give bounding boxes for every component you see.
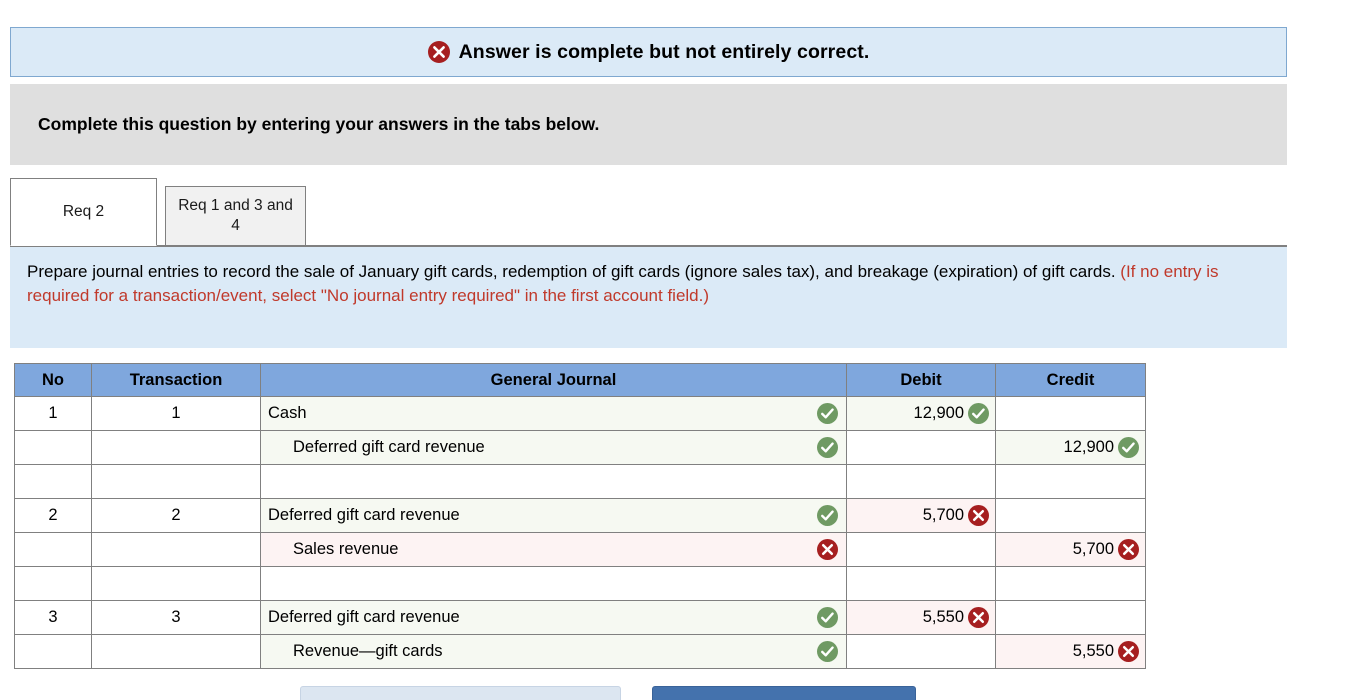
table-row <box>14 464 1146 499</box>
cell-account[interactable]: Deferred gift card revenue <box>260 430 847 465</box>
cell-transaction: 1 <box>91 396 261 431</box>
cell-no <box>14 566 92 601</box>
cell-no <box>14 464 92 499</box>
requirement-text: Prepare journal entries to record the sa… <box>27 260 1269 308</box>
table-row: 3 3 Deferred gift card revenue 5,550 <box>14 600 1146 635</box>
x-circle-icon <box>1118 641 1139 662</box>
column-header-general-journal: General Journal <box>260 363 847 397</box>
question-page: Answer is complete but not entirely corr… <box>0 0 1352 700</box>
tab-strip: Req 2 Req 1 and 3 and 4 <box>10 178 1287 246</box>
cell-no <box>14 634 92 669</box>
credit-amount: 12,900 <box>1063 438 1114 456</box>
check-circle-icon <box>817 607 838 628</box>
check-circle-icon <box>817 641 838 662</box>
table-header-row: No Transaction General Journal Debit Cre… <box>14 363 1146 397</box>
cell-no <box>14 532 92 567</box>
instruction-text: Complete this question by entering your … <box>38 114 600 134</box>
cell-credit[interactable] <box>995 464 1146 499</box>
x-circle-icon <box>427 41 450 63</box>
cell-credit[interactable] <box>995 566 1146 601</box>
previous-button[interactable] <box>300 686 621 700</box>
cell-debit[interactable] <box>846 532 996 567</box>
table-row: 1 1 Cash 12,900 <box>14 396 1146 431</box>
x-circle-icon <box>968 607 989 628</box>
account-name: Deferred gift card revenue <box>268 506 460 524</box>
cell-transaction: 3 <box>91 600 261 635</box>
check-circle-icon <box>817 437 838 458</box>
cell-no: 1 <box>14 396 92 431</box>
account-name: Cash <box>268 404 307 422</box>
credit-amount: 5,550 <box>1072 642 1114 660</box>
check-circle-icon <box>817 505 838 526</box>
debit-amount: 12,900 <box>913 404 964 422</box>
check-circle-icon <box>1118 437 1139 458</box>
table-body: 1 1 Cash 12,900 Deferred gift card revenue 12… <box>14 396 1146 669</box>
cell-debit[interactable] <box>846 430 996 465</box>
cell-debit[interactable]: 5,550 <box>846 600 996 635</box>
table-row: Sales revenue 5,700 <box>14 532 1146 567</box>
tab-req-1-and-3-and-4[interactable]: Req 1 and 3 and 4 <box>165 186 306 246</box>
cell-account[interactable]: Sales revenue <box>260 532 847 567</box>
table-row: 2 2 Deferred gift card revenue 5,700 <box>14 498 1146 533</box>
cell-transaction: 2 <box>91 498 261 533</box>
cell-credit[interactable] <box>995 498 1146 533</box>
cell-credit[interactable] <box>995 396 1146 431</box>
cell-debit[interactable] <box>846 566 996 601</box>
column-header-debit: Debit <box>846 363 996 397</box>
table-row: Revenue—gift cards 5,550 <box>14 634 1146 669</box>
cell-no: 3 <box>14 600 92 635</box>
cell-debit[interactable]: 12,900 <box>846 396 996 431</box>
cell-no: 2 <box>14 498 92 533</box>
check-circle-icon <box>817 403 838 424</box>
status-banner: Answer is complete but not entirely corr… <box>10 27 1287 77</box>
cell-no <box>14 430 92 465</box>
credit-amount: 5,700 <box>1072 540 1114 558</box>
account-name: Deferred gift card revenue <box>293 438 485 456</box>
cell-account[interactable]: Revenue—gift cards <box>260 634 847 669</box>
cell-account[interactable]: Deferred gift card revenue <box>260 600 847 635</box>
next-button[interactable] <box>652 686 916 700</box>
account-name: Deferred gift card revenue <box>268 608 460 626</box>
cell-credit[interactable]: 5,700 <box>995 532 1146 567</box>
cell-transaction <box>91 634 261 669</box>
column-header-transaction: Transaction <box>91 363 261 397</box>
cell-transaction <box>91 532 261 567</box>
cell-debit[interactable]: 5,700 <box>846 498 996 533</box>
requirement-text-main: Prepare journal entries to record the sa… <box>27 262 1121 281</box>
column-header-credit: Credit <box>995 363 1146 397</box>
tab-req-1-and-3-and-4-label: Req 1 and 3 and 4 <box>178 197 293 234</box>
debit-amount: 5,700 <box>922 506 964 524</box>
account-name: Sales revenue <box>293 540 399 558</box>
table-row <box>14 566 1146 601</box>
x-circle-icon <box>1118 539 1139 560</box>
column-header-no: No <box>14 363 92 397</box>
x-circle-icon <box>817 539 838 560</box>
cell-transaction <box>91 430 261 465</box>
cell-credit[interactable]: 5,550 <box>995 634 1146 669</box>
tab-req-2[interactable]: Req 2 <box>10 178 157 246</box>
table-row: Deferred gift card revenue 12,900 <box>14 430 1146 465</box>
instruction-panel: Complete this question by entering your … <box>10 84 1287 165</box>
tab-req-2-label: Req 2 <box>62 203 105 221</box>
cell-account[interactable]: Deferred gift card revenue <box>260 498 847 533</box>
cell-transaction <box>91 464 261 499</box>
cell-account[interactable] <box>260 566 847 601</box>
cell-debit[interactable] <box>846 634 996 669</box>
x-circle-icon <box>968 505 989 526</box>
debit-amount: 5,550 <box>922 608 964 626</box>
cell-debit[interactable] <box>846 464 996 499</box>
general-journal-table: No Transaction General Journal Debit Cre… <box>14 363 1146 669</box>
account-name: Revenue—gift cards <box>293 642 443 660</box>
cell-account[interactable]: Cash <box>260 396 847 431</box>
status-banner-text: Answer is complete but not entirely corr… <box>458 40 870 63</box>
check-circle-icon <box>968 403 989 424</box>
requirement-panel: Prepare journal entries to record the sa… <box>10 247 1287 348</box>
cell-credit[interactable] <box>995 600 1146 635</box>
cell-account[interactable] <box>260 464 847 499</box>
cell-credit[interactable]: 12,900 <box>995 430 1146 465</box>
cell-transaction <box>91 566 261 601</box>
